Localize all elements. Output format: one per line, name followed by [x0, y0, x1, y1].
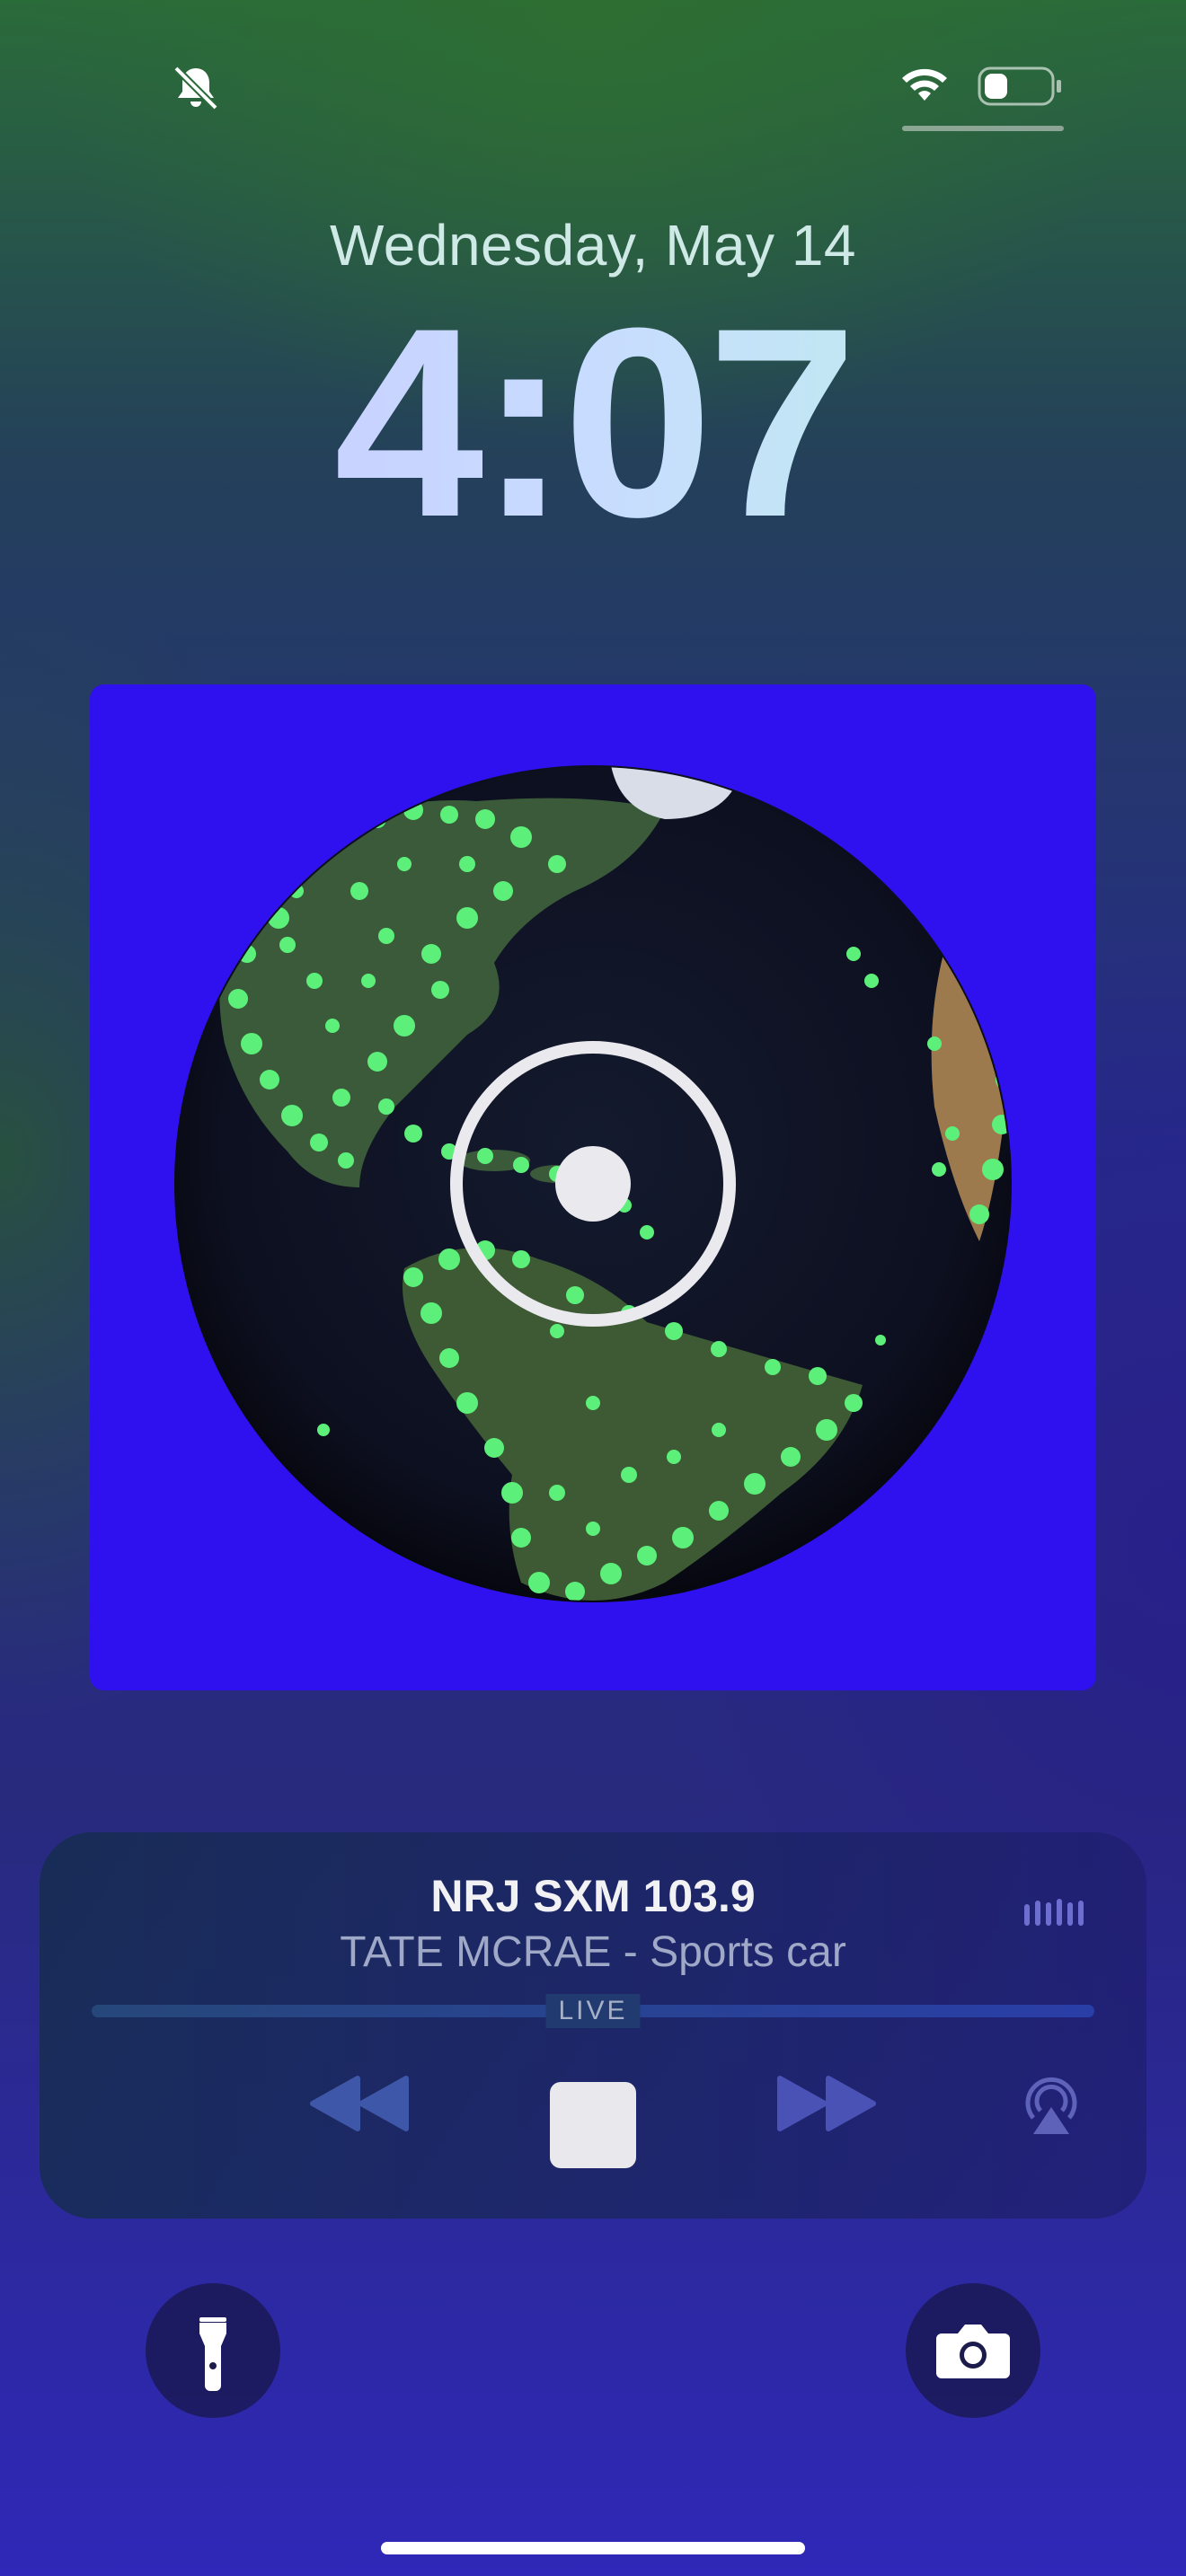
album-artwork[interactable]	[90, 684, 1096, 1690]
bell-slash-icon	[173, 66, 218, 110]
control-center-indicator[interactable]	[898, 63, 1069, 135]
camera-button[interactable]	[906, 2283, 1040, 2418]
flashlight-icon	[199, 2317, 226, 2391]
station-name: NRJ SXM 103.9	[430, 1871, 756, 1921]
control-center-grabber	[902, 126, 1064, 131]
globe-artwork	[174, 765, 1012, 1602]
wifi-icon	[902, 68, 947, 101]
home-indicator[interactable]	[381, 2542, 805, 2554]
rewind-icon[interactable]	[309, 2075, 410, 2132]
flashlight-button[interactable]	[146, 2283, 280, 2418]
airplay-icon[interactable]	[1019, 2073, 1084, 2138]
lock-screen-time: 4:07	[0, 287, 1186, 557]
live-label: LIVE	[545, 1994, 641, 2028]
lock-screen-date: Wednesday, May 14	[330, 213, 856, 278]
track-title: TATE MCRAE - Sports car	[340, 1928, 846, 1976]
fast-forward-icon[interactable]	[776, 2075, 877, 2132]
stop-button[interactable]	[550, 2082, 636, 2168]
now-playing-widget[interactable]: NRJ SXM 103.9 TATE MCRAE - Sports car LI…	[40, 1832, 1146, 2219]
audio-waveform-icon	[1024, 1899, 1084, 1926]
battery-icon	[978, 66, 1061, 106]
camera-icon	[936, 2325, 1010, 2378]
